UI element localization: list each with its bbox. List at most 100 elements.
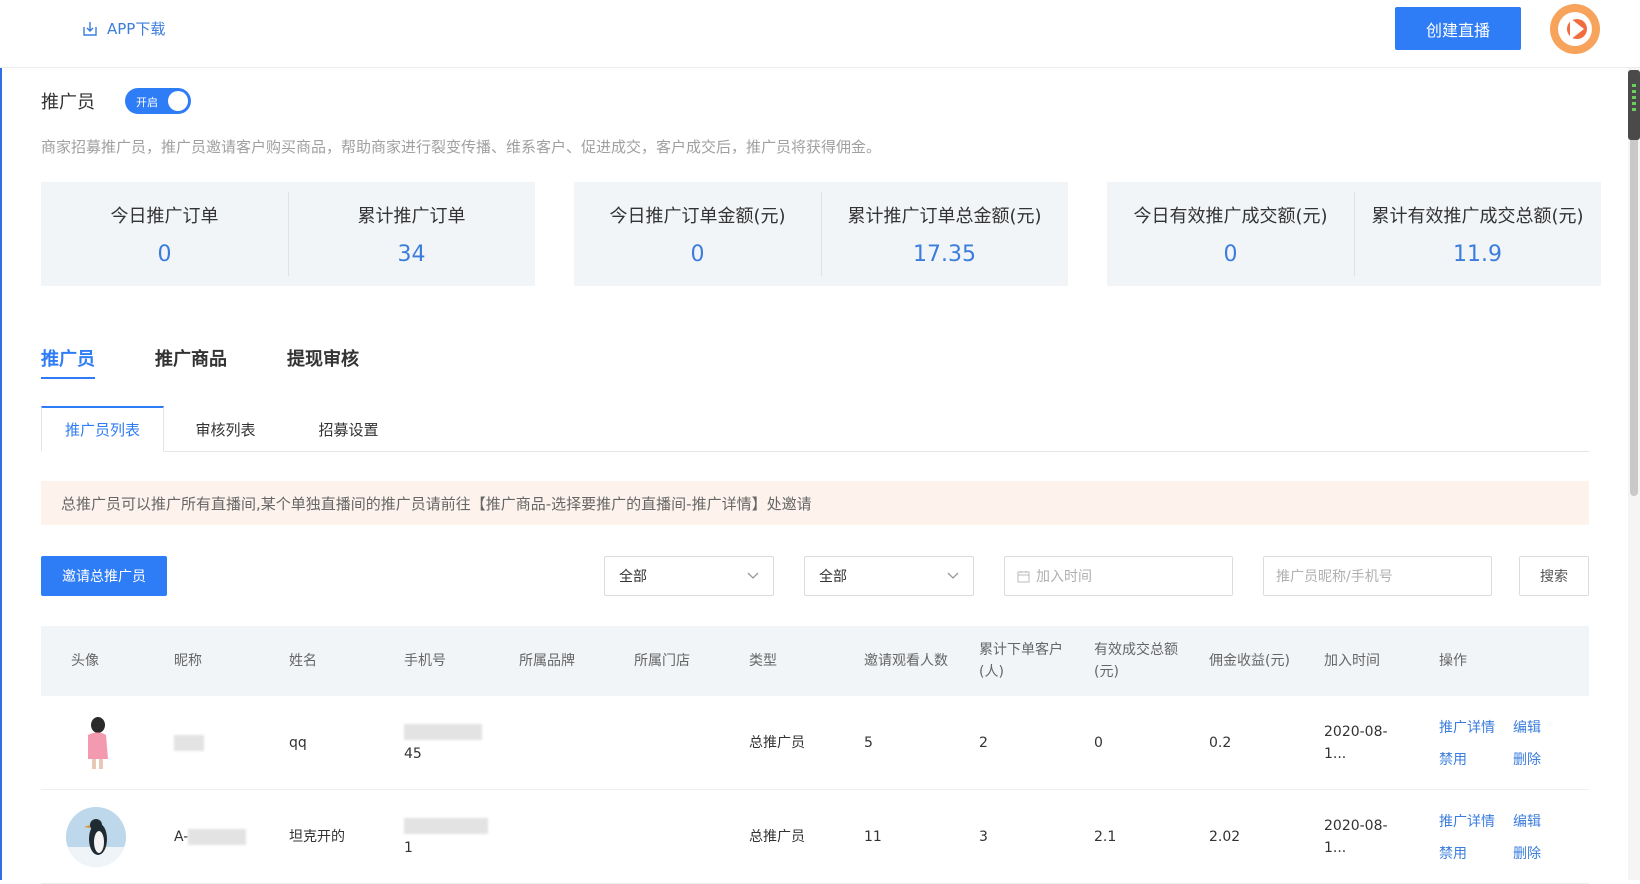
th-nickname: 昵称 xyxy=(174,653,202,669)
promoter-label: 推广员 xyxy=(41,92,95,113)
stat-value: 0 xyxy=(690,241,705,267)
disable-link[interactable]: 禁用 xyxy=(1439,843,1513,863)
stat-value: 11.9 xyxy=(1453,241,1502,267)
tab-withdraw-review[interactable]: 提现审核 xyxy=(287,345,359,379)
th-customers: 累计下单客户(人) xyxy=(979,642,1063,680)
promoter-toggle[interactable]: 开启 xyxy=(125,88,191,114)
redacted-block xyxy=(188,828,247,845)
subtab-review-list[interactable]: 审核列表 xyxy=(164,406,287,452)
stat-label: 累计有效推广成交总额(元) xyxy=(1371,205,1584,227)
cell-commission: 2.02 xyxy=(1209,828,1241,845)
phone-tail: 1 xyxy=(404,839,413,856)
stat-value: 0 xyxy=(157,241,172,267)
select-value: 全部 xyxy=(619,569,647,585)
row-avatar-cell xyxy=(41,712,144,773)
th-type: 类型 xyxy=(749,653,777,669)
table-row: qq 45 总推广员 5 2 0 0.2 2020-08-1... 推广详情 编… xyxy=(41,696,1589,790)
cell-actions: 推广详情 编辑 禁用 删除 xyxy=(1409,717,1564,769)
logo-icon[interactable] xyxy=(1550,4,1600,54)
stat-today-deals: 今日有效推广成交额(元) 0 xyxy=(1107,182,1354,286)
cell-actions: 推广详情 编辑 禁用 删除 xyxy=(1409,811,1564,863)
phone-tail: 45 xyxy=(404,745,422,762)
cell-type: 总推广员 xyxy=(749,828,805,845)
chevron-down-icon xyxy=(947,572,959,579)
cell-total: 0 xyxy=(1094,734,1103,751)
subtab-promoter-list[interactable]: 推广员列表 xyxy=(41,406,164,452)
toggle-text: 开启 xyxy=(136,96,158,109)
redacted-block xyxy=(404,817,488,834)
avatar xyxy=(66,806,126,867)
stat-label: 今日推广订单金额(元) xyxy=(609,205,786,227)
delete-link[interactable]: 删除 xyxy=(1513,749,1573,769)
stat-total-orders: 累计推广订单 34 xyxy=(288,182,535,286)
top-bar: APP下载 创建直播 xyxy=(0,0,1640,68)
redacted-block xyxy=(174,734,204,751)
search-button[interactable]: 搜索 xyxy=(1519,556,1589,596)
promoter-table: 头像 昵称 姓名 手机号 所属品牌 所属门店 类型 邀请观看人数 累计下单客户(… xyxy=(41,626,1589,884)
app-download-label: APP下载 xyxy=(107,20,166,38)
th-phone: 手机号 xyxy=(404,653,446,669)
sub-tabs: 推广员列表 审核列表 招募设置 xyxy=(41,406,1589,452)
table-header: 头像 昵称 姓名 手机号 所属品牌 所属门店 类型 邀请观看人数 累计下单客户(… xyxy=(41,626,1589,696)
tab-promoted-products[interactable]: 推广商品 xyxy=(155,345,227,379)
cell-phone: 1 xyxy=(374,815,489,859)
stat-value: 34 xyxy=(397,241,426,267)
avatar xyxy=(66,712,126,773)
promo-detail-link[interactable]: 推广详情 xyxy=(1439,811,1513,831)
row-avatar-cell xyxy=(41,806,144,867)
create-live-button[interactable]: 创建直播 xyxy=(1395,7,1521,50)
search-input[interactable]: 推广员昵称/手机号 xyxy=(1263,556,1492,596)
stat-today-amount: 今日推广订单金额(元) 0 xyxy=(574,182,821,286)
th-total: 有效成交总额(元) xyxy=(1094,642,1178,680)
stat-today-orders: 今日推广订单 0 xyxy=(41,182,288,286)
stat-value: 17.35 xyxy=(913,241,976,267)
edit-link[interactable]: 编辑 xyxy=(1513,717,1573,737)
cell-name: 坦克开的 xyxy=(289,828,345,845)
scrollbar-indicator xyxy=(1628,70,1640,140)
th-name: 姓名 xyxy=(289,653,317,669)
cell-commission: 0.2 xyxy=(1209,734,1232,751)
date-placeholder: 加入时间 xyxy=(1036,569,1092,585)
promo-detail-link[interactable]: 推广详情 xyxy=(1439,717,1513,737)
table-row: A- 坦克开的 1 总推广员 11 3 2.1 2.02 2020-08-1..… xyxy=(41,790,1589,884)
filter-select-2[interactable]: 全部 xyxy=(804,556,974,596)
main-tabs: 推广员 推广商品 提现审核 xyxy=(41,345,419,379)
stat-label: 累计推广订单总金额(元) xyxy=(847,205,1042,227)
stat-label: 今日有效推广成交额(元) xyxy=(1133,205,1328,227)
nickname-text: A- xyxy=(174,828,189,845)
calendar-icon xyxy=(1017,570,1030,582)
th-join-time: 加入时间 xyxy=(1324,653,1380,669)
left-accent-line xyxy=(0,0,2,880)
stat-total-deals: 累计有效推广成交总额(元) 11.9 xyxy=(1354,182,1601,286)
stat-group-deals: 今日有效推广成交额(元) 0 累计有效推广成交总额(元) 11.9 xyxy=(1107,182,1601,286)
cell-total: 2.1 xyxy=(1094,828,1117,845)
th-actions: 操作 xyxy=(1439,653,1467,669)
disable-link[interactable]: 禁用 xyxy=(1439,749,1513,769)
redacted-block xyxy=(404,723,482,740)
join-date-input[interactable]: 加入时间 xyxy=(1004,556,1233,596)
invite-promoter-button[interactable]: 邀请总推广员 xyxy=(41,556,167,596)
page-scrollbar[interactable] xyxy=(1628,68,1640,880)
stat-group-orders: 今日推广订单 0 累计推广订单 34 xyxy=(41,182,535,286)
cell-customers: 3 xyxy=(979,828,988,845)
promoter-description: 商家招募推广员，推广员邀请客户购买商品，帮助商家进行裂变传播、维系客户、促进成交… xyxy=(41,138,882,156)
th-invites: 邀请观看人数 xyxy=(864,653,948,669)
filter-select-1[interactable]: 全部 xyxy=(604,556,774,596)
cell-customers: 2 xyxy=(979,734,988,751)
th-avatar: 头像 xyxy=(71,653,99,669)
toggle-knob xyxy=(168,91,188,111)
app-download-link[interactable]: APP下载 xyxy=(82,18,165,39)
cell-nickname xyxy=(144,732,259,754)
th-store: 所属门店 xyxy=(634,653,690,669)
edit-link[interactable]: 编辑 xyxy=(1513,811,1573,831)
stat-value: 0 xyxy=(1223,241,1238,267)
cell-nickname: A- xyxy=(144,826,259,848)
subtab-recruit-settings[interactable]: 招募设置 xyxy=(287,406,410,452)
tab-promoters[interactable]: 推广员 xyxy=(41,345,95,379)
stat-label: 累计推广订单 xyxy=(357,205,466,227)
select-value: 全部 xyxy=(819,569,847,585)
chevron-down-icon xyxy=(747,572,759,579)
delete-link[interactable]: 删除 xyxy=(1513,843,1573,863)
cell-invites: 5 xyxy=(864,734,873,751)
download-icon xyxy=(83,21,97,36)
